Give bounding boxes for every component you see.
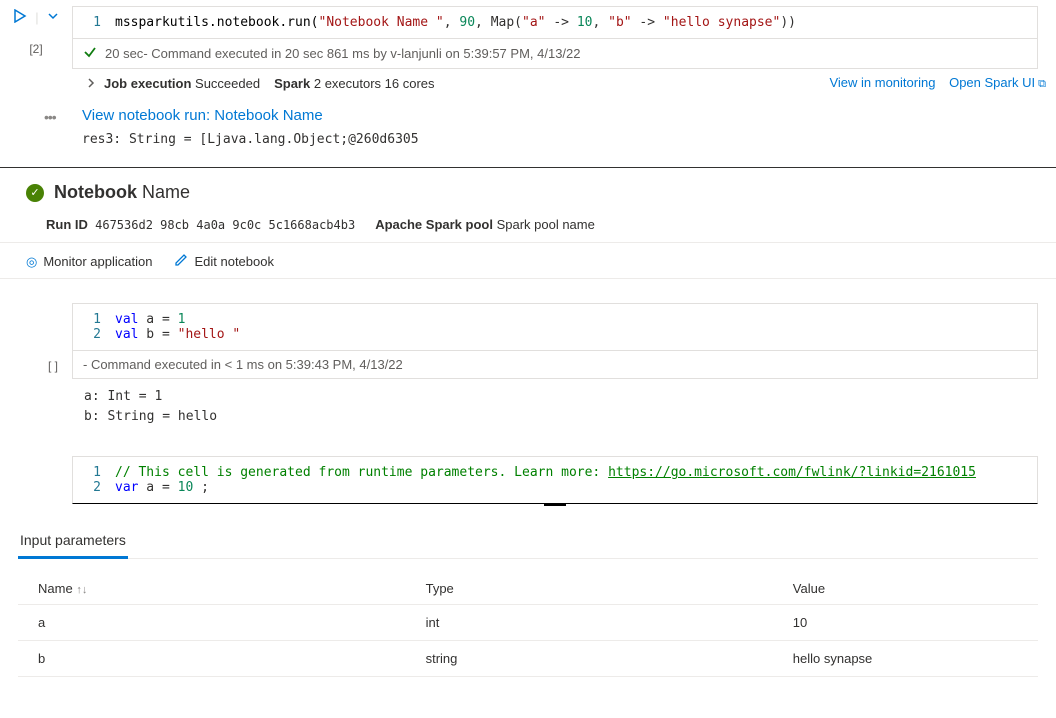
line-number: 1 (83, 15, 115, 30)
code-editor[interactable]: 1 val a = 1 2 val b = "hello " (72, 303, 1038, 351)
result-output: res3: String = [Ljava.lang.Object;@260d6… (82, 132, 1056, 147)
cell-output: ••• View notebook run: Notebook Name res… (0, 97, 1056, 161)
notebook-header: ✓ Notebook Name Run ID 467536d2 98cb 4a0… (0, 182, 1056, 232)
param-name: a (18, 605, 406, 641)
nested-cell-2[interactable]: 1 // This cell is generated from runtime… (72, 456, 1038, 504)
code-content: mssparkutils.notebook.run("Notebook Name… (115, 15, 1027, 30)
run-id-label: Run ID (46, 217, 88, 232)
open-spark-ui-link[interactable]: Open Spark UI ⧉ (949, 75, 1046, 90)
param-value: 10 (773, 605, 1038, 641)
success-icon: ✓ (26, 184, 44, 202)
divider (0, 167, 1056, 168)
parameters-table: Name ↑↓ Type Value aint10bstringhello sy… (18, 573, 1038, 677)
param-name: b (18, 641, 406, 677)
input-parameters-panel: Input parameters Name ↑↓ Type Value aint… (18, 524, 1038, 677)
param-type: string (406, 641, 773, 677)
line-number: 1 (83, 312, 115, 327)
execution-count: [2] (29, 42, 42, 56)
job-exec-status: Succeeded (191, 76, 260, 91)
monitor-icon: ◎ (26, 254, 37, 270)
execution-count: [ ] (48, 359, 58, 373)
sort-icon: ↑↓ (76, 584, 87, 596)
col-type[interactable]: Type (406, 573, 773, 605)
nested-cell-1: [ ] 1 val a = 1 2 val b = "hello " - Com… (72, 303, 1038, 426)
spark-label: Spark (274, 76, 310, 91)
cell-status: - Command executed in < 1 ms on 5:39:43 … (72, 351, 1038, 379)
duration-text: 20 sec (105, 46, 143, 61)
cell-output: a: Int = 1 b: String = hello (84, 387, 1038, 426)
col-name[interactable]: Name ↑↓ (18, 573, 406, 605)
edit-notebook-button[interactable]: Edit notebook (174, 253, 274, 270)
run-cell-icon[interactable] (13, 9, 27, 26)
job-exec-label: Job execution (104, 76, 191, 91)
monitor-application-button[interactable]: ◎ Monitor application (26, 253, 152, 270)
line-number: 2 (83, 480, 115, 495)
tab-input-parameters[interactable]: Input parameters (18, 524, 128, 559)
cell-status: 20 sec - Command executed in 20 sec 861 … (72, 39, 1038, 69)
notebook-toolbar: ◎ Monitor application Edit notebook (0, 243, 1056, 278)
more-icon[interactable]: ••• (44, 109, 56, 125)
view-monitoring-link[interactable]: View in monitoring (829, 75, 935, 90)
job-execution-row: Job execution Succeeded Spark 2 executor… (0, 69, 1056, 97)
cell-1: | [2] 1 mssparkutils.notebook.run("Noteb… (0, 0, 1056, 69)
spark-pool-value: Spark pool name (493, 217, 595, 232)
cell-gutter: | [2] (0, 6, 72, 69)
notebook-title: Notebook Name (54, 182, 190, 203)
run-menu-chevron-icon[interactable] (47, 10, 59, 25)
line-number: 2 (83, 327, 115, 342)
edit-icon (174, 253, 188, 270)
notebook-meta: Run ID 467536d2 98cb 4a0a 9c0c 5c1668acb… (46, 217, 1030, 232)
spark-info: 2 executors 16 cores (310, 76, 434, 91)
param-type: int (406, 605, 773, 641)
chevron-right-icon[interactable] (86, 76, 96, 91)
col-value[interactable]: Value (773, 573, 1038, 605)
line-number: 1 (83, 465, 115, 480)
spark-pool-label: Apache Spark pool (375, 217, 493, 232)
learn-more-link[interactable]: https://go.microsoft.com/fwlink/?linkid=… (608, 465, 976, 480)
run-id-value: 467536d2 98cb 4a0a 9c0c 5c1668acb4b3 (88, 218, 355, 232)
table-row: bstringhello synapse (18, 641, 1038, 677)
table-row: aint10 (18, 605, 1038, 641)
check-icon (83, 45, 97, 62)
view-notebook-run-link[interactable]: View notebook run: Notebook Name (82, 107, 1056, 124)
status-text: - Command executed in 20 sec 861 ms by v… (143, 46, 580, 61)
code-editor[interactable]: 1 mssparkutils.notebook.run("Notebook Na… (72, 6, 1038, 39)
param-value: hello synapse (773, 641, 1038, 677)
external-link-icon: ⧉ (1035, 78, 1046, 90)
